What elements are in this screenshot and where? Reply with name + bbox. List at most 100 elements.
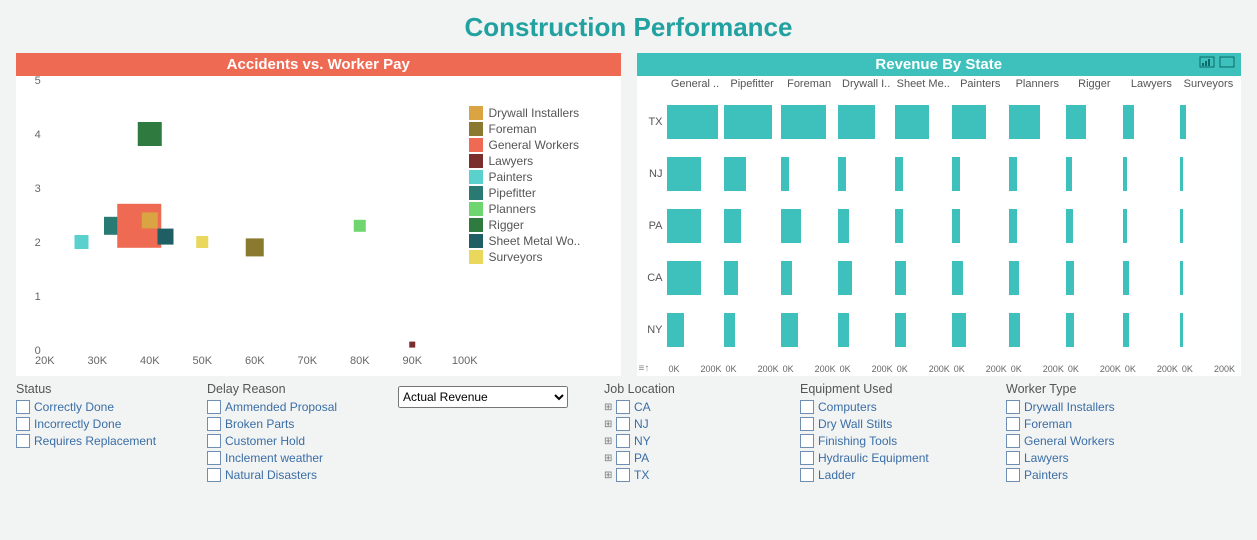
checkbox-icon[interactable] xyxy=(800,417,814,431)
bar-mark[interactable] xyxy=(1180,313,1183,346)
bar-mark[interactable] xyxy=(1009,313,1020,346)
filter-item[interactable]: Customer Hold xyxy=(207,434,382,448)
filter-item[interactable]: Drywall Installers xyxy=(1006,400,1186,414)
bar-mark[interactable] xyxy=(724,261,738,294)
filter-item[interactable]: Computers xyxy=(800,400,990,414)
filter-item[interactable]: Requires Replacement xyxy=(16,434,191,448)
bar-mark[interactable] xyxy=(952,209,961,242)
filter-item[interactable]: ⊞PA xyxy=(604,451,784,465)
scatter-mark[interactable] xyxy=(75,235,89,249)
bar-mark[interactable] xyxy=(667,261,701,294)
legend-item[interactable]: Lawyers xyxy=(469,154,617,168)
bar-mark[interactable] xyxy=(838,209,849,242)
checkbox-icon[interactable] xyxy=(1006,434,1020,448)
checkbox-icon[interactable] xyxy=(1006,400,1020,414)
bar-mark[interactable] xyxy=(781,261,792,294)
checkbox-icon[interactable] xyxy=(16,417,30,431)
tree-expand-icon[interactable]: ⊞ xyxy=(604,470,614,481)
sort-icon[interactable]: ≡↑ xyxy=(639,363,650,374)
legend-item[interactable]: Painters xyxy=(469,170,617,184)
filter-item[interactable]: Dry Wall Stilts xyxy=(800,417,990,431)
bar-mark[interactable] xyxy=(781,105,827,138)
checkbox-icon[interactable] xyxy=(16,434,30,448)
tree-expand-icon[interactable]: ⊞ xyxy=(604,402,614,413)
scatter-mark[interactable] xyxy=(158,229,174,245)
bar-mark[interactable] xyxy=(895,209,904,242)
bar-mark[interactable] xyxy=(1066,157,1072,190)
bar-mark[interactable] xyxy=(895,313,906,346)
bar-mark[interactable] xyxy=(667,157,701,190)
filter-item[interactable]: ⊞TX xyxy=(604,468,784,482)
filter-item[interactable]: ⊞NY xyxy=(604,434,784,448)
bar-mark[interactable] xyxy=(1066,261,1075,294)
legend-item[interactable]: Sheet Metal Wo.. xyxy=(469,234,617,248)
checkbox-icon[interactable] xyxy=(207,434,221,448)
bar-mark[interactable] xyxy=(952,261,963,294)
bar-mark[interactable] xyxy=(952,105,986,138)
filter-item[interactable]: Ammended Proposal xyxy=(207,400,382,414)
checkbox-icon[interactable] xyxy=(1006,451,1020,465)
filter-item[interactable]: Incorrectly Done xyxy=(16,417,191,431)
bar-mark[interactable] xyxy=(1009,157,1018,190)
bar-mark[interactable] xyxy=(1066,209,1073,242)
checkbox-icon[interactable] xyxy=(616,417,630,431)
bar-mark[interactable] xyxy=(895,105,929,138)
legend-item[interactable]: Drywall Installers xyxy=(469,106,617,120)
bar-mark[interactable] xyxy=(838,313,849,346)
checkbox-icon[interactable] xyxy=(800,451,814,465)
bar-mark[interactable] xyxy=(1123,313,1129,346)
chart-options-icon[interactable] xyxy=(1199,55,1215,69)
scatter-plot-area[interactable]: 01234520K30K40K50K60K70K80K90K100K xyxy=(44,80,466,350)
bar-mark[interactable] xyxy=(1180,157,1183,190)
tree-expand-icon[interactable]: ⊞ xyxy=(604,419,614,430)
checkbox-icon[interactable] xyxy=(616,434,630,448)
bar-mark[interactable] xyxy=(838,157,847,190)
bar-mark[interactable] xyxy=(1066,105,1086,138)
scatter-mark[interactable] xyxy=(142,212,158,228)
scatter-legend[interactable]: Drywall InstallersForemanGeneral Workers… xyxy=(469,104,617,266)
filter-item[interactable]: Inclement weather xyxy=(207,451,382,465)
bar-mark[interactable] xyxy=(1123,261,1129,294)
filter-item[interactable]: Foreman xyxy=(1006,417,1186,431)
checkbox-icon[interactable] xyxy=(800,400,814,414)
bar-mark[interactable] xyxy=(1180,209,1183,242)
tree-expand-icon[interactable]: ⊞ xyxy=(604,436,614,447)
bar-mark[interactable] xyxy=(952,157,961,190)
legend-item[interactable]: Rigger xyxy=(469,218,617,232)
measure-select[interactable]: Actual Revenue xyxy=(398,386,568,408)
scatter-mark[interactable] xyxy=(354,220,366,232)
bar-mark[interactable] xyxy=(1123,209,1127,242)
bar-mark[interactable] xyxy=(838,105,875,138)
filter-item[interactable]: Painters xyxy=(1006,468,1186,482)
filter-item[interactable]: Correctly Done xyxy=(16,400,191,414)
bar-mark[interactable] xyxy=(667,209,701,242)
bar-mark[interactable] xyxy=(895,261,906,294)
expand-icon[interactable] xyxy=(1219,55,1235,69)
checkbox-icon[interactable] xyxy=(207,451,221,465)
filter-item[interactable]: Natural Disasters xyxy=(207,468,382,482)
bar-mark[interactable] xyxy=(1123,105,1134,138)
checkbox-icon[interactable] xyxy=(800,468,814,482)
bar-mark[interactable] xyxy=(667,313,684,346)
bar-mark[interactable] xyxy=(1180,261,1183,294)
scatter-mark[interactable] xyxy=(196,236,208,248)
checkbox-icon[interactable] xyxy=(1006,468,1020,482)
checkbox-icon[interactable] xyxy=(616,468,630,482)
filter-item[interactable]: Ladder xyxy=(800,468,990,482)
bar-mark[interactable] xyxy=(724,313,735,346)
checkbox-icon[interactable] xyxy=(207,468,221,482)
bar-mark[interactable] xyxy=(1123,157,1127,190)
legend-item[interactable]: Planners xyxy=(469,202,617,216)
scatter-mark[interactable] xyxy=(409,342,415,348)
legend-item[interactable]: General Workers xyxy=(469,138,617,152)
filter-item[interactable]: Finishing Tools xyxy=(800,434,990,448)
checkbox-icon[interactable] xyxy=(16,400,30,414)
filter-item[interactable]: Hydraulic Equipment xyxy=(800,451,990,465)
checkbox-icon[interactable] xyxy=(1006,417,1020,431)
checkbox-icon[interactable] xyxy=(616,451,630,465)
bar-mark[interactable] xyxy=(838,261,852,294)
bar-mark[interactable] xyxy=(667,105,718,138)
bar-mark[interactable] xyxy=(1009,209,1018,242)
bar-mark[interactable] xyxy=(724,209,741,242)
bar-mark[interactable] xyxy=(724,157,747,190)
